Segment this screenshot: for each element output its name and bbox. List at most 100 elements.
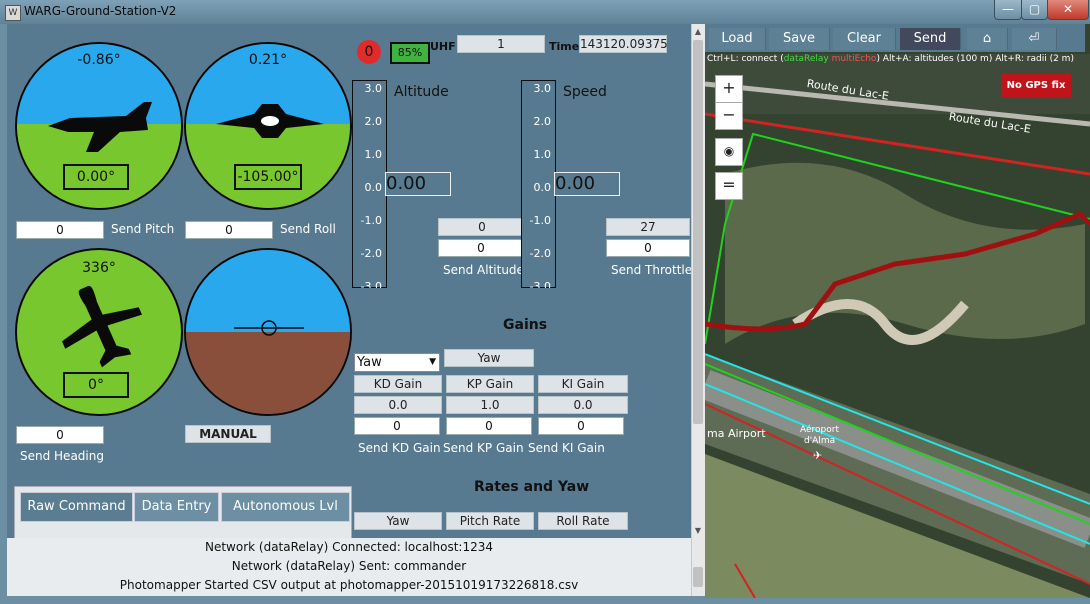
- tape-tick: -2.0: [360, 247, 382, 260]
- tape-tick: -1.0: [360, 214, 382, 227]
- altitude-value: 0.00: [385, 172, 451, 196]
- altitude-title: Altitude: [394, 84, 449, 100]
- send-heading-button[interactable]: Send Heading: [20, 449, 104, 463]
- uhf-value: 1: [457, 35, 545, 53]
- close-button[interactable]: ✕: [1047, 0, 1089, 20]
- locate-icon[interactable]: ◉: [715, 138, 743, 166]
- minimize-button[interactable]: —: [994, 0, 1022, 20]
- alert-count-badge: 0: [357, 40, 381, 64]
- tape-tick: 3.0: [364, 82, 383, 95]
- hint-multiecho: multiEcho: [828, 54, 877, 64]
- time-value: 143120.09375: [579, 35, 668, 53]
- plane-front-icon: [216, 104, 324, 138]
- send-kd-gain-button[interactable]: Send KD Gain: [358, 441, 441, 455]
- mode-manual-button[interactable]: MANUAL: [185, 425, 271, 443]
- tape-tick: 2.0: [364, 115, 383, 128]
- log-scrollbar-thumb[interactable]: [693, 567, 703, 587]
- battery-indicator: 85%: [390, 42, 430, 64]
- send-roll-button[interactable]: Send Roll: [280, 222, 336, 236]
- altitude-setpoint: 0: [438, 218, 526, 236]
- gain-axis-select-value: Yaw: [357, 355, 382, 370]
- map-clear-button[interactable]: Clear: [833, 28, 896, 50]
- tape-tick: 1.0: [533, 148, 552, 161]
- yaw-label: Yaw: [354, 512, 442, 530]
- kp-gain-value: 1.0: [446, 396, 534, 414]
- pitch-readout: 0.00°: [63, 164, 129, 190]
- speed-title: Speed: [563, 84, 607, 100]
- map-view[interactable]: [705, 24, 1090, 598]
- tape-tick: 2.0: [533, 115, 552, 128]
- horizon-reference-icon: [234, 320, 304, 336]
- scroll-up-icon[interactable]: ▲: [693, 27, 703, 37]
- tab-data-entry[interactable]: Data Entry: [134, 492, 219, 522]
- window-frame-left: [0, 24, 7, 604]
- map-airport-label-fr: Aéroport: [800, 425, 839, 435]
- tab-raw-command[interactable]: Raw Command: [20, 492, 133, 522]
- gain-selected-label: Yaw: [444, 349, 534, 367]
- tape-tick: -1.0: [529, 214, 551, 227]
- roll-readout: -105.00°: [234, 164, 302, 190]
- satellite-map: [705, 24, 1090, 598]
- map-save-button[interactable]: Save: [769, 28, 830, 50]
- heading-readout: 0°: [63, 372, 129, 398]
- gains-title: Gains: [503, 317, 548, 333]
- pitch-input[interactable]: 0: [16, 221, 104, 239]
- rates-title: Rates and Yaw: [474, 479, 590, 495]
- heading-input[interactable]: 0: [16, 426, 104, 444]
- chevron-down-icon: ▼: [429, 357, 436, 367]
- scrollbar-thumb[interactable]: [693, 40, 703, 424]
- tape-tick: 0.0: [533, 181, 552, 194]
- plane-top-icon: [62, 285, 142, 368]
- scroll-down-icon[interactable]: ▼: [693, 526, 703, 536]
- hint-text: Ctrl+L: connect (: [707, 54, 784, 64]
- layers-icon[interactable]: =: [715, 172, 743, 200]
- log-line: Photomapper Started CSV output at photom…: [119, 578, 579, 592]
- map-load-button[interactable]: Load: [709, 28, 766, 50]
- map-send-button[interactable]: Send: [900, 28, 961, 50]
- send-pitch-button[interactable]: Send Pitch: [111, 222, 174, 236]
- gain-axis-select[interactable]: Yaw ▼: [354, 353, 440, 372]
- altitude-ticks: 3.0 2.0 1.0 0.0 -1.0 -2.0 -3.0: [352, 82, 384, 288]
- kd-gain-value: 0.0: [354, 396, 442, 414]
- kd-gain-label: KD Gain: [354, 375, 442, 393]
- ki-gain-label: KI Gain: [538, 375, 628, 393]
- ki-gain-value: 0.0: [538, 396, 628, 414]
- kd-gain-input[interactable]: 0: [354, 417, 440, 435]
- roll-input[interactable]: 0: [185, 221, 273, 239]
- tab-autonomous-level[interactable]: Autonomous Lvl: [221, 492, 350, 522]
- log-line: Network (dataRelay) Connected: localhost…: [204, 540, 494, 554]
- log-line: Network (dataRelay) Sent: commander: [231, 559, 467, 573]
- uhf-label: UHF: [430, 40, 456, 53]
- roll-rate-label: Roll Rate: [538, 512, 628, 530]
- home-icon[interactable]: ⌂: [967, 28, 1008, 50]
- kp-gain-label: KP Gain: [446, 375, 534, 393]
- maximize-button[interactable]: ▢: [1021, 0, 1048, 20]
- tape-tick: -2.0: [529, 247, 551, 260]
- tape-tick: -3.0: [529, 280, 551, 288]
- send-altitude-button[interactable]: Send Altitude: [443, 263, 524, 277]
- ki-gain-input[interactable]: 0: [538, 417, 624, 435]
- altitude-input[interactable]: 0: [438, 239, 524, 257]
- map-airport-label-fr: d'Alma: [804, 436, 836, 446]
- plane-side-icon: [48, 102, 152, 152]
- gps-status-badge: No GPS fix: [1001, 74, 1071, 98]
- roll-display: 0.21°: [248, 52, 288, 68]
- app-icon: W: [5, 5, 21, 21]
- send-kp-gain-button[interactable]: Send KP Gain: [443, 441, 524, 455]
- tape-tick: 1.0: [364, 148, 383, 161]
- speed-ticks: 3.0 2.0 1.0 0.0 -1.0 -2.0 -3.0: [521, 82, 553, 288]
- send-throttle-button[interactable]: Send Throttle: [611, 263, 692, 277]
- tape-tick: 3.0: [533, 82, 552, 95]
- send-ki-gain-button[interactable]: Send KI Gain: [528, 441, 605, 455]
- map-shortcut-hint: Ctrl+L: connect (dataRelay multiEcho) Al…: [707, 54, 1074, 64]
- time-label: Time: [549, 40, 580, 53]
- throttle-input[interactable]: 0: [606, 239, 690, 257]
- tape-tick: 0.0: [364, 181, 383, 194]
- zoom-in-button[interactable]: +: [715, 75, 743, 103]
- heading-display: 336°: [82, 260, 116, 276]
- tape-tick: -3.0: [360, 280, 382, 288]
- window-title: WARG-Ground-Station-V2: [24, 4, 177, 18]
- kp-gain-input[interactable]: 0: [446, 417, 532, 435]
- zoom-out-button[interactable]: −: [715, 102, 743, 130]
- return-icon[interactable]: ⏎: [1012, 28, 1057, 50]
